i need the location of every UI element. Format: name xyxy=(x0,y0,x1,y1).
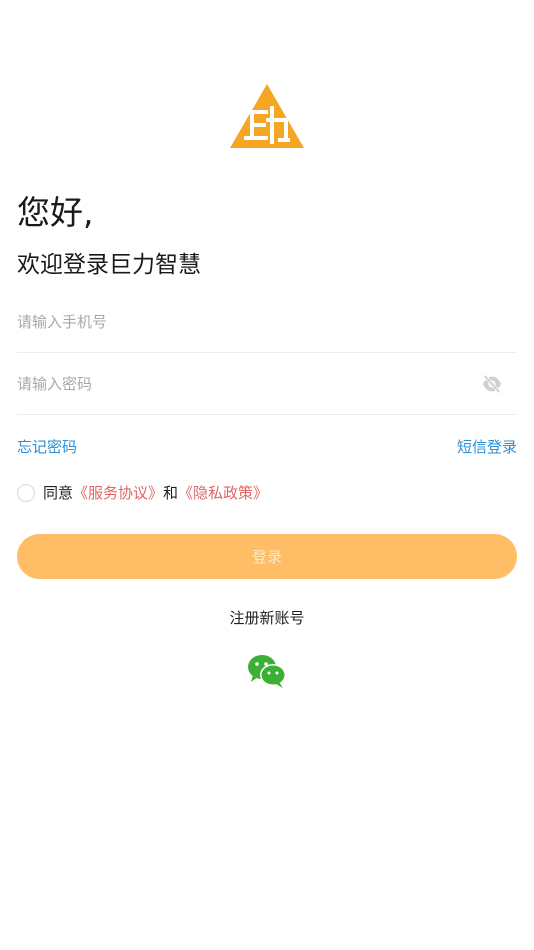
register-row: 注册新账号 xyxy=(0,607,534,628)
sms-login-link[interactable]: 短信登录 xyxy=(457,436,517,457)
login-screen: 您好, 欢迎登录巨力智慧 忘记密码 短信登录 同意 《服务协议》 和 《隐私政策… xyxy=(0,0,534,950)
password-input[interactable] xyxy=(17,354,457,414)
register-link[interactable]: 注册新账号 xyxy=(229,609,304,627)
forgot-password-link[interactable]: 忘记密码 xyxy=(17,436,77,457)
phone-input[interactable] xyxy=(17,292,457,352)
eye-off-icon[interactable] xyxy=(481,373,503,395)
service-agreement-link[interactable]: 《服务协议》 xyxy=(73,482,163,504)
auth-links-row: 忘记密码 短信登录 xyxy=(17,436,517,460)
agreement-row: 同意 《服务协议》 和 《隐私政策》 xyxy=(17,482,268,504)
login-button[interactable]: 登录 xyxy=(17,534,517,579)
phone-field-row xyxy=(17,292,517,353)
agreement-conjunction: 和 xyxy=(163,484,179,502)
brand-logo-icon xyxy=(230,84,304,150)
privacy-policy-link[interactable]: 《隐私政策》 xyxy=(178,482,268,504)
greeting-title: 您好, xyxy=(17,193,94,232)
agreement-checkbox[interactable] xyxy=(17,484,35,502)
welcome-subtitle: 欢迎登录巨力智慧 xyxy=(17,252,201,278)
wechat-icon[interactable] xyxy=(247,653,287,690)
password-field-row xyxy=(17,354,517,415)
agreement-prefix: 同意 xyxy=(43,484,74,502)
